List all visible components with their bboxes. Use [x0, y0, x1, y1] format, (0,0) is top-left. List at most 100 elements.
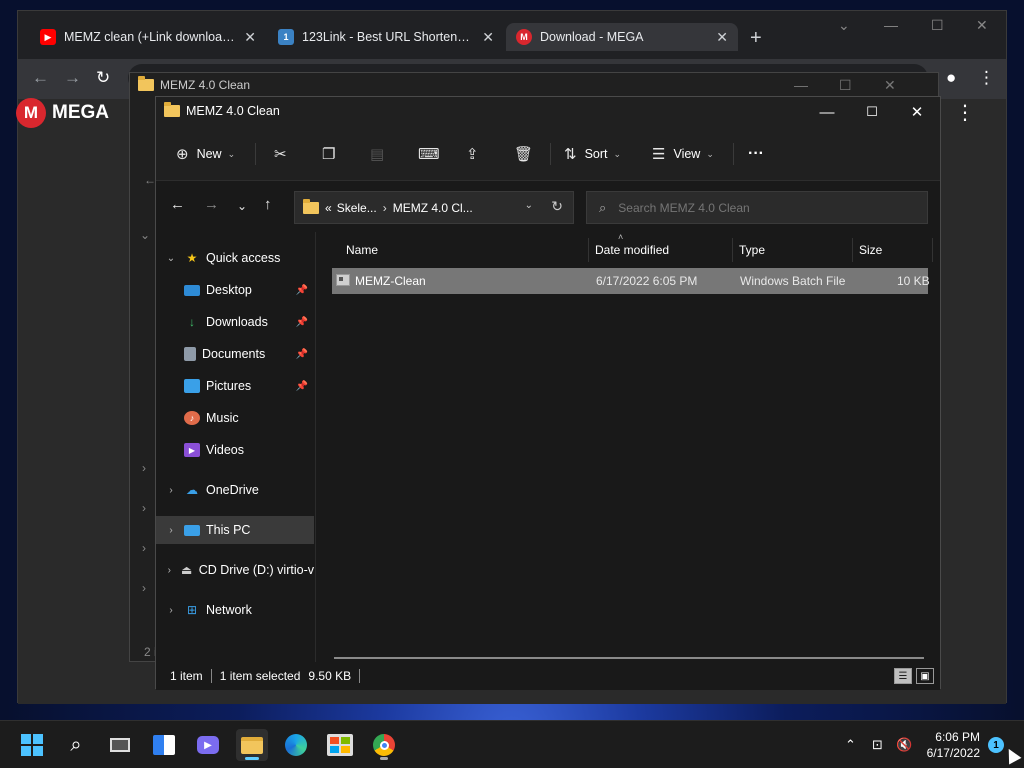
pin-icon: 📌 — [295, 348, 308, 360]
close-icon[interactable]: ✕ — [244, 29, 256, 46]
back-arrow-icon[interactable]: ← — [32, 68, 49, 88]
column-header-date[interactable]: Date modified — [595, 232, 669, 268]
maximize-button[interactable]: ☐ — [849, 97, 895, 127]
minimize-button[interactable]: — — [884, 17, 898, 33]
nav-item-pictures[interactable]: Pictures 📌 — [156, 372, 314, 400]
search-input[interactable] — [618, 200, 899, 215]
nav-item-this-pc[interactable]: › This PC — [156, 516, 314, 544]
clock-date: 6/17/2022 — [926, 746, 980, 760]
recent-locations-chevron-icon[interactable]: ⌄ — [237, 199, 247, 213]
cut-button[interactable]: ✂ — [274, 141, 295, 167]
edge-taskbar-button[interactable] — [280, 729, 312, 761]
search-taskbar-button[interactable]: ⌕ — [60, 729, 92, 761]
nav-item-network[interactable]: › ⊞ Network — [156, 596, 314, 624]
new-tab-button[interactable]: + — [750, 27, 762, 50]
search-box[interactable]: ⌕ — [586, 191, 928, 224]
mega-logo[interactable]: M MEGA — [16, 98, 109, 128]
chevron-right-icon[interactable]: › — [164, 525, 178, 536]
minimize-button[interactable]: — — [804, 97, 850, 127]
new-button[interactable]: ⊕ New ⌄ — [176, 141, 235, 167]
maximize-button[interactable]: ☐ — [839, 77, 852, 94]
trash-icon: 🗑 — [514, 146, 534, 163]
tab-search-chevron-icon[interactable]: ⌄ — [838, 17, 850, 34]
refresh-icon[interactable]: ↻ — [551, 198, 563, 215]
share-button[interactable]: ⇪ — [466, 141, 487, 167]
back-arrow-icon[interactable]: ← — [170, 196, 185, 213]
maximize-button[interactable]: ☐ — [931, 17, 944, 34]
column-divider[interactable] — [852, 238, 853, 262]
profile-icon[interactable]: ● — [946, 68, 956, 88]
volume-muted-icon[interactable]: 🔇 — [896, 737, 912, 753]
chat-button[interactable]: ▶ — [192, 729, 224, 761]
nav-item-documents[interactable]: Documents 📌 — [156, 340, 314, 368]
rename-button[interactable]: ⌨ — [418, 141, 448, 167]
file-row-selected[interactable]: MEMZ-Clean 6/17/2022 6:05 PM Windows Bat… — [332, 268, 930, 294]
chevron-down-icon[interactable]: ⌄ — [525, 200, 533, 211]
chevron-down-icon[interactable]: ⌄ — [164, 253, 178, 264]
column-divider[interactable] — [588, 238, 589, 262]
123link-icon: 1 — [278, 29, 294, 45]
chevron-right-icon[interactable]: › — [383, 201, 387, 215]
menu-icon[interactable]: ⋮ — [978, 68, 995, 88]
browser-tab-mega[interactable]: M Download - MEGA ✕ — [506, 23, 738, 51]
paste-button[interactable]: ▤ — [370, 141, 392, 167]
nav-item-onedrive[interactable]: › ☁ OneDrive — [156, 476, 314, 504]
nav-item-quick-access[interactable]: ⌄ ★ Quick access — [156, 244, 314, 272]
column-header-size[interactable]: Size — [859, 232, 882, 268]
close-icon[interactable]: ✕ — [482, 29, 494, 46]
chevron-right-icon[interactable]: › — [164, 565, 175, 576]
status-divider — [359, 669, 361, 683]
chevron-right-icon: › — [142, 541, 146, 555]
cd-drive-icon: ⏏ — [180, 563, 193, 577]
nav-item-music[interactable]: ♪ Music — [156, 404, 314, 432]
notification-badge[interactable]: 1 — [988, 737, 1004, 753]
address-bar[interactable]: « Skele... › MEMZ 4.0 Cl... ⌄ ↻ — [294, 191, 574, 224]
forward-arrow-icon[interactable]: → — [64, 68, 81, 88]
breadcrumb-overflow[interactable]: « — [325, 201, 332, 215]
column-header-name[interactable]: Name — [346, 232, 378, 268]
breadcrumb-current[interactable]: MEMZ 4.0 Cl... — [393, 201, 473, 215]
column-divider[interactable] — [932, 238, 933, 262]
column-header-type[interactable]: Type — [739, 232, 765, 268]
reload-icon[interactable]: ↻ — [96, 68, 110, 88]
nav-label: Music — [206, 411, 239, 425]
chevron-right-icon[interactable]: › — [164, 605, 178, 616]
details-view-icon[interactable]: ☰ — [894, 668, 912, 684]
file-list: ˄ Name Date modified Type Size MEMZ-Clea… — [318, 232, 940, 662]
more-options-button[interactable]: ··· — [748, 141, 764, 167]
network-status-icon[interactable]: ⊡ — [872, 737, 883, 753]
forward-arrow-icon[interactable]: → — [204, 196, 219, 213]
store-taskbar-button[interactable] — [324, 729, 356, 761]
nav-item-desktop[interactable]: Desktop 📌 — [156, 276, 314, 304]
nav-item-downloads[interactable]: ↓ Downloads 📌 — [156, 308, 314, 336]
close-button[interactable]: ✕ — [894, 97, 940, 127]
mega-menu-icon[interactable]: ⋮ — [955, 100, 975, 125]
close-button[interactable]: ✕ — [884, 77, 896, 94]
copy-button[interactable]: ❐ — [322, 141, 343, 167]
clock[interactable]: 6:06 PM 6/17/2022 — [918, 729, 980, 761]
tiles-view-icon[interactable]: ▣ — [916, 668, 934, 684]
breadcrumb-skeleton[interactable]: Skele... — [337, 201, 377, 215]
browser-tab-123link[interactable]: 1 123Link - Best URL Shortener To ✕ — [268, 23, 504, 51]
window-titlebar[interactable]: MEMZ 4.0 Clean — ☐ ✕ — [156, 97, 940, 127]
delete-button[interactable]: 🗑 — [514, 141, 541, 167]
close-icon[interactable]: ✕ — [716, 29, 728, 46]
sort-button[interactable]: ⇅ Sort ⌄ — [564, 141, 621, 167]
task-view-button[interactable] — [104, 729, 136, 761]
minimize-button[interactable]: — — [794, 77, 808, 93]
browser-tab-youtube[interactable]: ▶ MEMZ clean (+Link download) - ✕ — [30, 23, 266, 51]
horizontal-scrollbar[interactable] — [334, 657, 924, 659]
widgets-button[interactable] — [148, 729, 180, 761]
up-arrow-icon[interactable]: ↑ — [264, 196, 272, 213]
chevron-right-icon[interactable]: › — [164, 485, 178, 496]
tab-title: MEMZ clean (+Link download) - — [64, 30, 237, 44]
view-button[interactable]: ☰ View ⌄ — [652, 141, 714, 167]
start-button[interactable] — [16, 729, 48, 761]
nav-item-videos[interactable]: ▶ Videos — [156, 436, 314, 464]
file-explorer-taskbar-button[interactable] — [236, 729, 268, 761]
close-button[interactable]: ✕ — [976, 17, 988, 34]
column-divider[interactable] — [732, 238, 733, 262]
chrome-taskbar-button[interactable] — [368, 729, 400, 761]
show-hidden-icons-chevron-icon[interactable]: ⌃ — [845, 737, 856, 753]
nav-item-cd-drive[interactable]: › ⏏ CD Drive (D:) virtio-v — [156, 556, 314, 584]
